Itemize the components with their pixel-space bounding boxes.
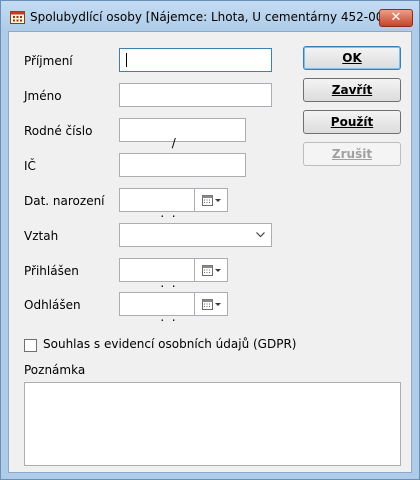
jmeno-input[interactable] bbox=[119, 83, 272, 107]
zrusit-button[interactable]: Zrušit bbox=[303, 142, 401, 166]
rodne-cislo-label: Rodné číslo bbox=[24, 124, 93, 138]
poznamka-label: Poznámka bbox=[24, 363, 86, 377]
prihlasen-value: . . bbox=[156, 276, 176, 290]
odhlasen-value: . . bbox=[156, 310, 176, 324]
prihlasen-label: Přihlášen bbox=[24, 264, 79, 278]
gdpr-checkbox[interactable] bbox=[24, 339, 37, 352]
poznamka-textarea[interactable] bbox=[24, 382, 401, 466]
title-bar[interactable]: Spolubydlící osoby [Nájemce: Lhota, U ce… bbox=[1, 1, 419, 31]
calendar-dropdown-icon bbox=[202, 265, 221, 276]
odhlasen-calendar-button[interactable] bbox=[194, 292, 228, 316]
prihlasen-input[interactable]: . . bbox=[119, 258, 195, 290]
dat-narozeni-calendar-button[interactable] bbox=[194, 188, 228, 212]
odhlasen-label: Odhlášen bbox=[24, 298, 81, 312]
prihlasen-calendar-button[interactable] bbox=[194, 258, 228, 282]
ic-input[interactable] bbox=[119, 153, 246, 177]
dat-narozeni-value: . . bbox=[156, 206, 176, 220]
ic-label: IČ bbox=[24, 159, 36, 173]
close-button[interactable]: ✕ bbox=[379, 9, 413, 27]
calendar-dropdown-icon bbox=[202, 195, 221, 206]
odhlasen-picker: . . bbox=[119, 292, 229, 324]
pouzit-button[interactable]: Použít bbox=[303, 110, 401, 134]
dat-narozeni-input[interactable]: . . bbox=[119, 188, 195, 220]
prihlasen-picker: . . bbox=[119, 258, 229, 290]
text-caret bbox=[126, 52, 127, 67]
ok-button[interactable]: OK bbox=[303, 46, 401, 70]
chevron-down-icon bbox=[256, 232, 265, 238]
zavrit-button[interactable]: Zavřít bbox=[303, 78, 401, 102]
dat-narozeni-label: Dat. narození bbox=[24, 194, 105, 208]
gdpr-label[interactable]: Souhlas s evidencí osobních údajů (GDPR) bbox=[43, 337, 296, 351]
odhlasen-input[interactable]: . . bbox=[119, 292, 195, 324]
window-title: Spolubydlící osoby [Nájemce: Lhota, U ce… bbox=[30, 10, 396, 24]
rodne-cislo-input[interactable]: / bbox=[119, 118, 246, 150]
app-icon bbox=[10, 11, 25, 24]
close-icon: ✕ bbox=[390, 10, 402, 25]
dat-narozeni-picker: . . bbox=[119, 188, 229, 220]
dialog-body: Příjmení Jméno Rodné číslo / IČ Dat. nar… bbox=[8, 31, 412, 473]
vztah-select[interactable] bbox=[119, 223, 272, 247]
dialog-window: Spolubydlící osoby [Nájemce: Lhota, U ce… bbox=[0, 0, 420, 480]
rodne-cislo-value: / bbox=[148, 136, 176, 150]
calendar-dropdown-icon bbox=[202, 299, 221, 310]
prijmeni-label: Příjmení bbox=[24, 54, 73, 68]
jmeno-label: Jméno bbox=[24, 89, 62, 103]
vztah-label: Vztah bbox=[24, 229, 59, 243]
prijmeni-input[interactable] bbox=[119, 48, 272, 72]
